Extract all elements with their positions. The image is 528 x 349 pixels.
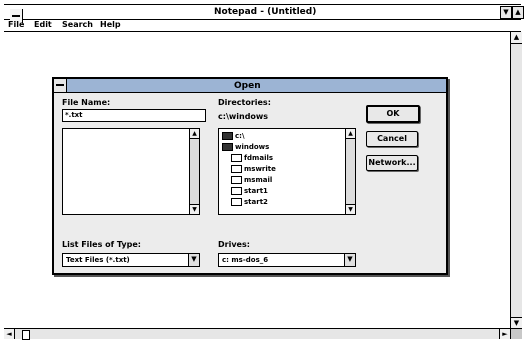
ok-button[interactable]: OK: [366, 105, 420, 123]
menu-edit[interactable]: Edit: [34, 20, 52, 29]
directory-scroll-down-icon[interactable]: ▼: [346, 204, 355, 214]
folder-icon: [231, 198, 242, 206]
directory-item[interactable]: start1: [231, 187, 268, 196]
horizontal-scrollbar[interactable]: ◄ ►: [4, 328, 510, 340]
directories-label: Directories:: [218, 98, 271, 107]
open-folder-icon: [222, 143, 233, 151]
menu-search[interactable]: Search: [62, 20, 93, 29]
directory-item[interactable]: windows: [222, 143, 269, 152]
folder-icon: [231, 165, 242, 173]
scroll-left-button[interactable]: ◄: [4, 329, 15, 339]
directory-item[interactable]: start2: [231, 198, 268, 207]
scroll-right-icon: ►: [502, 330, 508, 338]
file-name-label: File Name:: [62, 98, 111, 107]
directory-item[interactable]: c:\: [222, 132, 245, 141]
directory-item[interactable]: fdmails: [231, 154, 273, 163]
file-list-scroll-up-icon[interactable]: ▲: [190, 129, 199, 139]
scroll-up-icon: ▲: [513, 33, 520, 41]
menu-file[interactable]: File: [8, 20, 24, 29]
menu-bar: File Edit Search Help: [4, 19, 521, 32]
directory-item[interactable]: msmail: [231, 176, 272, 185]
file-name-value: *.txt: [65, 111, 83, 119]
horizontal-scroll-thumb[interactable]: [22, 330, 30, 340]
file-name-input[interactable]: *.txt: [62, 109, 206, 122]
app-title-bar: Notepad - (Untitled) ▼ ▲: [4, 4, 524, 23]
folder-icon: [231, 154, 242, 162]
cancel-button[interactable]: Cancel: [366, 131, 418, 147]
network-button[interactable]: Network...: [366, 155, 418, 171]
file-list-scrollbar[interactable]: ▲ ▼: [189, 129, 199, 214]
drives-label: Drives:: [218, 240, 250, 249]
menu-help[interactable]: Help: [100, 20, 121, 29]
folder-icon: [231, 187, 242, 195]
open-dialog: Open File Name: *.txt ▲ ▼ Directories: c…: [52, 77, 448, 275]
dialog-title: Open: [234, 81, 261, 91]
drives-combo[interactable]: c: ms-dos_6 ▼: [218, 253, 356, 267]
vertical-scrollbar[interactable]: ▲ ▼: [510, 32, 522, 329]
scroll-up-button[interactable]: ▲: [511, 32, 522, 44]
directory-list[interactable]: c:\ windows fdmails mswrite msmail start…: [218, 128, 356, 215]
drive-value: c: ms-dos_6: [222, 256, 269, 264]
file-list[interactable]: ▲ ▼: [62, 128, 200, 215]
open-folder-icon: [222, 132, 233, 140]
file-list-scroll-down-icon[interactable]: ▼: [190, 204, 199, 214]
scrollbar-corner: [510, 328, 522, 339]
scroll-right-button[interactable]: ►: [499, 329, 510, 339]
dialog-system-menu-icon: [56, 84, 64, 86]
file-type-combo[interactable]: Text Files (*.txt) ▼: [62, 253, 200, 267]
dropdown-arrow-icon[interactable]: ▼: [188, 254, 199, 266]
dialog-title-bar: Open: [54, 79, 446, 93]
system-menu-icon: [12, 15, 20, 17]
directory-list-scrollbar[interactable]: ▲ ▼: [345, 129, 355, 214]
directory-item[interactable]: mswrite: [231, 165, 276, 174]
app-title: Notepad - (Untitled): [214, 7, 317, 17]
scroll-left-icon: ◄: [6, 330, 12, 338]
current-directory: c:\windows: [218, 112, 269, 121]
minimize-button[interactable]: ▼: [500, 6, 512, 19]
dropdown-arrow-icon[interactable]: ▼: [344, 254, 355, 266]
directory-scroll-up-icon[interactable]: ▲: [346, 129, 355, 139]
dialog-system-menu-button[interactable]: [54, 79, 67, 92]
list-files-type-label: List Files of Type:: [62, 240, 141, 249]
file-type-value: Text Files (*.txt): [66, 256, 130, 264]
maximize-button[interactable]: ▲: [512, 6, 524, 19]
folder-icon: [231, 176, 242, 184]
